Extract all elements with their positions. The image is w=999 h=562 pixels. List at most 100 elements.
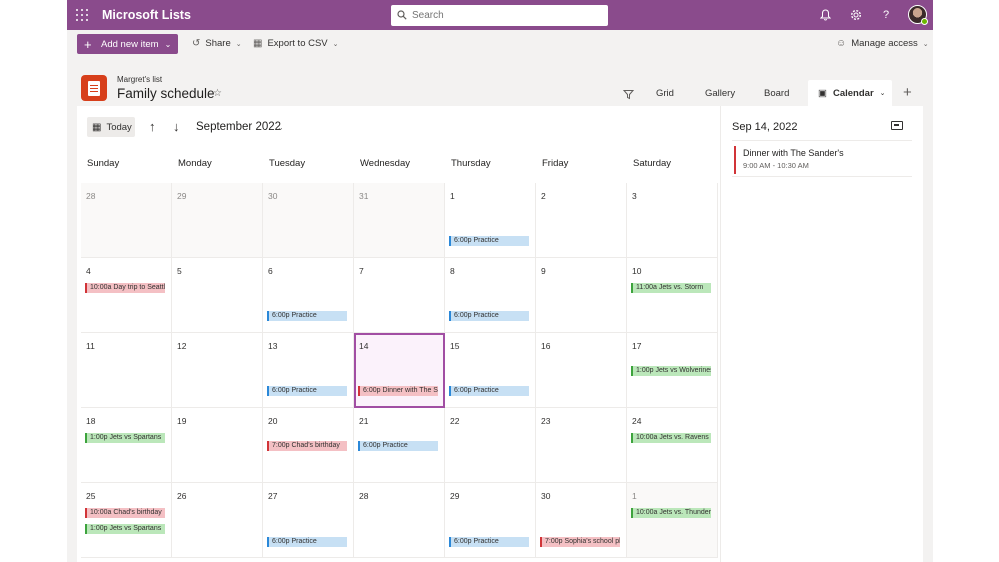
command-bar: + Add new item ⌄ ↺ Share ⌄ ▦ Export to C… [67, 30, 933, 58]
calendar-event[interactable]: 6:00p Dinner with The Sander's [358, 386, 438, 396]
calendar-event[interactable]: 10:00a Jets vs. Ravens [631, 433, 711, 443]
day-cell[interactable]: 1 6:00p Practice [445, 183, 536, 258]
calendar-event[interactable]: 6:00p Practice [267, 311, 347, 321]
day-cell[interactable]: 30 [263, 183, 354, 258]
calendar-event[interactable]: 1:00p Jets vs Wolverines [631, 366, 711, 376]
weekday-sunday: Sunday [87, 158, 120, 169]
weekday-thursday: Thursday [451, 158, 491, 169]
calendar-event[interactable]: 6:00p Practice [449, 311, 529, 321]
day-cell[interactable]: 25 10:00a Chad's birthday 1:00p Jets vs Sp… [81, 483, 172, 558]
day-number: 13 [268, 341, 278, 351]
arrow-up-icon[interactable]: ↑ [149, 119, 156, 134]
day-number: 21 [359, 416, 369, 426]
day-cell[interactable]: 2 [536, 183, 627, 258]
app-title[interactable]: Microsoft Lists [102, 8, 191, 22]
day-number: 31 [359, 191, 369, 201]
selected-date: Sep 14, 2022 [732, 121, 798, 133]
breadcrumb[interactable]: Margret's list [117, 75, 162, 84]
manage-access-button[interactable]: ☺ Manage access ⌄ [836, 38, 929, 49]
calendar-event[interactable]: 6:00p Practice [358, 441, 438, 451]
day-cell[interactable]: 23 [536, 408, 627, 483]
add-new-item-button[interactable]: + Add new item ⌄ [77, 34, 178, 54]
day-cell[interactable]: 22 [445, 408, 536, 483]
day-cell[interactable]: 28 [81, 183, 172, 258]
day-cell[interactable]: 12 [172, 333, 263, 408]
day-cell[interactable]: 24 10:00a Jets vs. Ravens [627, 408, 718, 483]
calendar-event[interactable]: 10:00a Jets vs. Thunder [631, 508, 711, 518]
day-cell[interactable]: 5 [172, 258, 263, 333]
day-cell[interactable]: 29 [172, 183, 263, 258]
day-cell[interactable]: 4 10:00a Day trip to Seattle [81, 258, 172, 333]
day-cell[interactable]: 19 [172, 408, 263, 483]
day-cell[interactable]: 31 [354, 183, 445, 258]
tab-board[interactable]: Board [764, 88, 789, 99]
tab-grid[interactable]: Grid [656, 88, 674, 99]
day-cell[interactable]: 18 1:00p Jets vs Spartans [81, 408, 172, 483]
day-cell[interactable]: 13 6:00p Practice [263, 333, 354, 408]
weekday-wednesday: Wednesday [360, 158, 410, 169]
calendar-event[interactable]: 7:00p Chad's birthday [267, 441, 347, 451]
day-cell[interactable]: 10 11:00a Jets vs. Storm [627, 258, 718, 333]
day-number: 19 [177, 416, 187, 426]
calendar-event[interactable]: 6:00p Practice [449, 537, 529, 547]
day-cell[interactable]: 8 6:00p Practice [445, 258, 536, 333]
share-button[interactable]: ↺ Share ⌄ [192, 38, 242, 49]
day-cell[interactable]: 20 7:00p Chad's birthday [263, 408, 354, 483]
filter-icon[interactable] [622, 87, 635, 105]
day-cell[interactable]: 21 6:00p Practice [354, 408, 445, 483]
chevron-down-icon[interactable]: ⌄ [277, 123, 284, 132]
month-grid: 28 29 30 31 1 6:00p Practice 2 3 4 10:00a Day tri… [81, 183, 719, 562]
weekday-friday: Friday [542, 158, 569, 169]
day-cell[interactable]: 7 [354, 258, 445, 333]
day-cell[interactable]: 1 10:00a Jets vs. Thunder [627, 483, 718, 558]
day-cell[interactable]: 29 6:00p Practice [445, 483, 536, 558]
day-cell[interactable]: 26 [172, 483, 263, 558]
search-box[interactable] [391, 5, 608, 26]
calendar-event[interactable]: 6:00p Practice [449, 236, 529, 246]
day-event-item[interactable]: Dinner with The Sander's 9:00 AM - 10:30… [734, 146, 911, 174]
calendar-event[interactable]: 1:00p Jets vs Spartans [85, 433, 165, 443]
day-cell[interactable]: 9 [536, 258, 627, 333]
day-cell[interactable]: 30 7:00p Sophia's school play [536, 483, 627, 558]
day-cell[interactable]: 28 [354, 483, 445, 558]
help-icon[interactable]: ? [878, 7, 894, 23]
calendar-event[interactable]: 1:00p Jets vs Spartans [85, 524, 165, 534]
add-new-item-label: Add new item [101, 38, 159, 50]
day-cell[interactable]: 15 6:00p Practice [445, 333, 536, 408]
gear-icon[interactable] [848, 7, 864, 23]
day-cell-today[interactable]: 14 6:00p Dinner with The Sander's [354, 333, 445, 408]
add-view-plus-icon[interactable]: + [903, 84, 912, 101]
bell-icon[interactable] [817, 7, 833, 23]
day-cell[interactable]: 17 1:00p Jets vs Wolverines [627, 333, 718, 408]
day-cell[interactable]: 3 [627, 183, 718, 258]
arrow-down-icon[interactable]: ↓ [173, 119, 180, 134]
search-input[interactable] [412, 8, 597, 23]
calendar-event[interactable]: 6:00p Practice [267, 386, 347, 396]
calendar-event[interactable]: 10:00a Day trip to Seattle [85, 283, 165, 293]
tab-calendar[interactable]: ▣ Calendar ⌄ [808, 80, 892, 106]
calendar-event[interactable]: 10:00a Chad's birthday [85, 508, 165, 518]
day-number: 26 [177, 491, 187, 501]
tab-gallery[interactable]: Gallery [705, 88, 735, 99]
day-number: 4 [86, 266, 91, 276]
day-cell[interactable]: 27 6:00p Practice [263, 483, 354, 558]
month-label[interactable]: September 2022 [196, 121, 281, 133]
day-cell[interactable]: 16 [536, 333, 627, 408]
calendar-view: ▦ Today ↑ ↓ September 2022 ⌄ Sunday Monda… [77, 106, 720, 562]
calendar-event[interactable]: 6:00p Practice [267, 537, 347, 547]
day-number: 15 [450, 341, 460, 351]
favorite-star-icon[interactable]: ☆ [213, 88, 222, 99]
day-cell[interactable]: 6 6:00p Practice [263, 258, 354, 333]
toggle-panel-icon[interactable] [891, 121, 903, 130]
day-number: 30 [541, 491, 551, 501]
list-icon [81, 75, 107, 101]
day-cell[interactable]: 11 [81, 333, 172, 408]
calendar-event[interactable]: 7:00p Sophia's school play [540, 537, 620, 547]
export-csv-button[interactable]: ▦ Export to CSV ⌄ [253, 38, 339, 49]
calendar-event[interactable]: 11:00a Jets vs. Storm [631, 283, 711, 293]
chevron-down-icon: ⌄ [164, 39, 172, 49]
calendar-today-icon: ▦ [92, 121, 102, 133]
app-launcher-icon[interactable] [76, 9, 88, 21]
calendar-event[interactable]: 6:00p Practice [449, 386, 529, 396]
today-button[interactable]: ▦ Today [87, 117, 135, 137]
